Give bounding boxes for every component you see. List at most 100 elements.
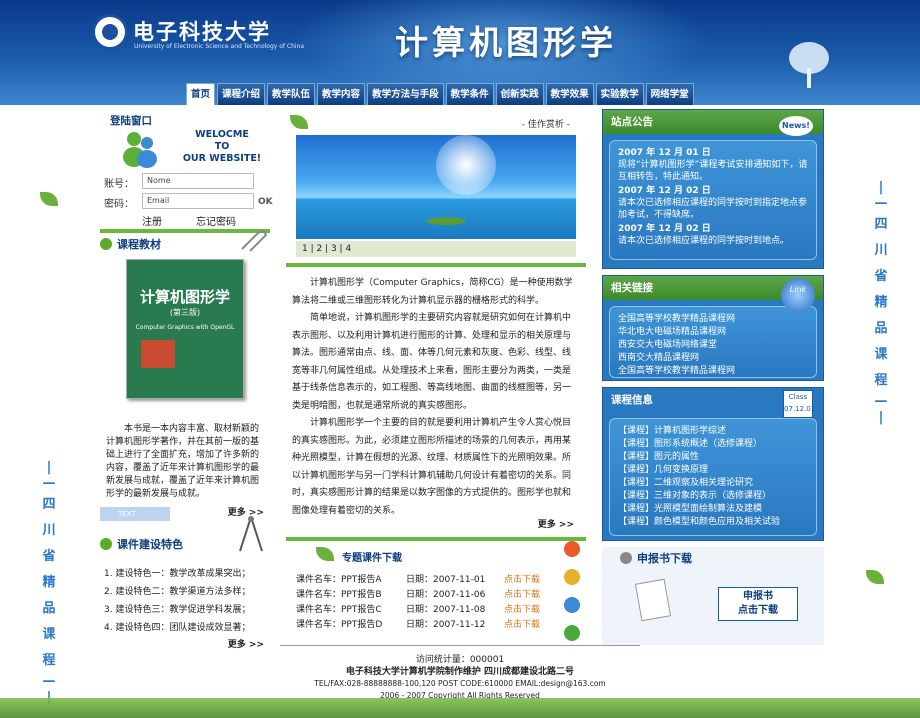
book-en-title: Computer Graphics with OpenGL	[135, 324, 235, 331]
nav-item[interactable]: 教学条件	[445, 83, 494, 105]
download-name: 课件名车：PPT报告D	[296, 620, 383, 630]
university-logo-icon[interactable]	[92, 14, 128, 50]
courses-title: 课程信息	[611, 394, 653, 406]
course-item[interactable]: 【课程】几何变换原理	[618, 464, 808, 477]
login-title: 登陆窗口	[110, 115, 152, 127]
class-calendar-icon: Class 07.12.01	[783, 390, 815, 418]
course-item[interactable]: 【课程】图形系统概述（选修课程）	[618, 438, 808, 451]
textbook-description: 本书是一本内容丰富、取材新颖的计算机图形学著作，并在其前一版的基础上进行了全面扩…	[106, 424, 260, 499]
forgot-password-link[interactable]: 忘记密码	[196, 213, 236, 228]
nav-item[interactable]: 教学内容	[317, 83, 366, 105]
side-char: 精	[42, 575, 56, 590]
university-name-cn: 电子科技大学	[133, 19, 271, 44]
notice-date: 2007 年 12 月 01 日	[618, 148, 711, 158]
feature-item[interactable]: 4. 建设特色四：团队建设成效显著；	[104, 619, 270, 637]
account-label: 账号：	[104, 179, 134, 190]
download-link[interactable]: 点击下载	[504, 588, 540, 603]
intro-panel: 计算机图形学（Computer Graphics，简称CG）是一种使用数学算法将…	[286, 263, 586, 533]
nav-item[interactable]: 课程介绍	[217, 83, 266, 105]
nav-item[interactable]: 网络学堂	[645, 83, 694, 105]
apply-button-line: 申报书	[743, 591, 773, 602]
nav-item[interactable]: 教学队伍	[267, 83, 316, 105]
textbook-title-text: 课程教材	[117, 238, 161, 251]
register-link[interactable]: 注册	[142, 213, 162, 228]
news-badge: News!	[779, 116, 813, 136]
features-tag: TEXT	[100, 507, 170, 521]
intro-paragraph: 简单地说，计算机图形学的主要研究内容就是研究如何在计算机中表示图形、以及利用计算…	[292, 313, 572, 411]
download-row: 课件名车：PPT报告A 日期：2007-11-01 点击下载	[296, 573, 576, 588]
nav-item[interactable]: 教学效果	[545, 83, 594, 105]
gallery-panel: - 佳作赏析 - 1 | 2 | 3 | 4	[286, 111, 586, 261]
side-char: 川	[874, 243, 888, 258]
document-icon[interactable]	[564, 597, 580, 613]
link-item[interactable]: 全国高等学校教学精品课程网	[618, 365, 808, 378]
course-item[interactable]: 【课程】三维对象的表示（选修课程）	[618, 490, 808, 503]
download-date: 日期：2007-11-01	[406, 575, 486, 585]
features-list: 1. 建设特色一：教学改革成果突出； 2. 建设特色二：教学渠道方法多样； 3. 建…	[100, 555, 270, 637]
feature-item[interactable]: 1. 建设特色一：教学改革成果突出；	[104, 565, 270, 583]
divider	[286, 537, 586, 541]
download-link[interactable]: 点击下载	[504, 603, 540, 618]
nav-item[interactable]: 教学方法与手段	[367, 83, 444, 105]
feature-item[interactable]: 3. 建设特色三：教学促进学科发展；	[104, 601, 270, 619]
ok-button[interactable]: OK	[258, 197, 273, 207]
bullet-icon	[100, 538, 112, 550]
intro-paragraph: 计算机图形学一个主要的目的就是要利用计算机产生令人赏心悦目的真实感图形。为此，必…	[292, 418, 572, 516]
downloads-panel: 专题课件下载 课件名车：PPT报告A 日期：2007-11-01 点击下载 课件名车：…	[286, 537, 586, 647]
pdf-icon[interactable]	[564, 541, 580, 557]
gallery-pager[interactable]: 1 | 2 | 3 | 4	[296, 241, 576, 257]
link-item[interactable]: 西南交大精品课程网	[618, 352, 808, 365]
download-name: 课件名车：PPT报告B	[296, 590, 382, 600]
side-char: 课	[874, 347, 888, 362]
apply-button-line: 点击下载	[738, 605, 778, 616]
welcome-line: OUR WEBSITE!	[182, 153, 262, 164]
paperclip-icon	[241, 230, 268, 252]
notice-item[interactable]: 2007 年 12 月 02 日请本次已选修相应课程的同学按时到指定地点参加考试…	[618, 185, 808, 221]
compass-icon	[239, 516, 263, 552]
course-item[interactable]: 【课程】颜色模型和颜色应用及相关试验	[618, 516, 808, 529]
notice-text: 现将“计算机图形学”课程考试安排通知如下，请互相转告，特此通知。	[618, 160, 808, 182]
download-icon[interactable]	[564, 625, 580, 641]
download-row: 课件名车：PPT报告C 日期：2007-11-08 点击下载	[296, 603, 576, 618]
intro-more-link[interactable]: 更多 >>	[538, 517, 574, 530]
course-item[interactable]: 【课程】计算机图形学综述	[618, 425, 808, 438]
notice-date: 2007 年 12 月 02 日	[618, 224, 711, 234]
link-item[interactable]: 全国高等学校教学精品课程网	[618, 313, 808, 326]
footer-contact: TEL/FAX:028-88888888-100,120 POST CODE:6…	[314, 679, 606, 688]
side-char: 省	[874, 269, 888, 284]
download-name: 课件名车：PPT报告C	[296, 605, 382, 615]
password-label: 密码：	[104, 199, 134, 210]
feature-item[interactable]: 2. 建设特色二：教学渠道方法多样；	[104, 583, 270, 601]
side-char: 程	[874, 373, 888, 388]
download-link[interactable]: 点击下载	[504, 618, 540, 633]
login-panel: 登陆窗口 WELOCME TO OUR WEBSITE! 账号： Nome 密码…	[98, 109, 273, 229]
course-item[interactable]: 【课程】二维观察及相关理论研究	[618, 477, 808, 490]
nav-item[interactable]: 首页	[186, 83, 216, 105]
nav-item[interactable]: 创新实践	[495, 83, 544, 105]
link-globe-icon: Link	[781, 278, 815, 312]
footer-address: 电子科技大学计算机学院制作维护 四川成都建设北路二号	[345, 667, 575, 677]
account-input[interactable]: Nome	[142, 173, 254, 189]
site-title: 计算机图形学	[395, 23, 617, 62]
link-item[interactable]: 华北电大电磁场精品课程网	[618, 326, 808, 339]
book-edition: (第三版)	[169, 308, 201, 317]
tools-icon[interactable]	[564, 569, 580, 585]
side-char: 川	[42, 523, 56, 538]
course-item[interactable]: 【课程】光照模型面绘制算法及建模	[618, 503, 808, 516]
nav-item[interactable]: 实验教学	[595, 83, 644, 105]
notice-panel: 站点公告 News! 2007 年 12 月 01 日现将“计算机图形学”课程考…	[602, 109, 824, 269]
link-item[interactable]: 西安交大电磁场网络课堂	[618, 339, 808, 352]
textbook-cover[interactable]: 计算机图形学 (第三版) Computer Graphics with Open…	[126, 259, 244, 399]
gallery-image[interactable]	[296, 135, 576, 239]
password-input[interactable]: Email	[142, 193, 254, 209]
downloads-title: 专题课件下载	[342, 553, 402, 564]
notice-item[interactable]: 2007 年 12 月 01 日现将“计算机图形学”课程考试安排通知如下，请互相…	[618, 147, 808, 183]
course-item[interactable]: 【课程】图元的属性	[618, 451, 808, 464]
notice-item[interactable]: 2007 年 12 月 02 日请本次已选修相应课程的同学按时到地点。	[618, 223, 808, 247]
book-title: 计算机图形学	[139, 288, 230, 306]
download-link[interactable]: 点击下载	[504, 573, 540, 588]
side-char: 精	[874, 295, 888, 310]
apply-download-button[interactable]: 申报书 点击下载	[718, 587, 798, 621]
footer: 访问统计量：000001 电子科技大学计算机学院制作维护 四川成都建设北路二号 …	[0, 645, 920, 718]
side-text-right: | — 四川省精品课程 — |	[870, 180, 892, 426]
